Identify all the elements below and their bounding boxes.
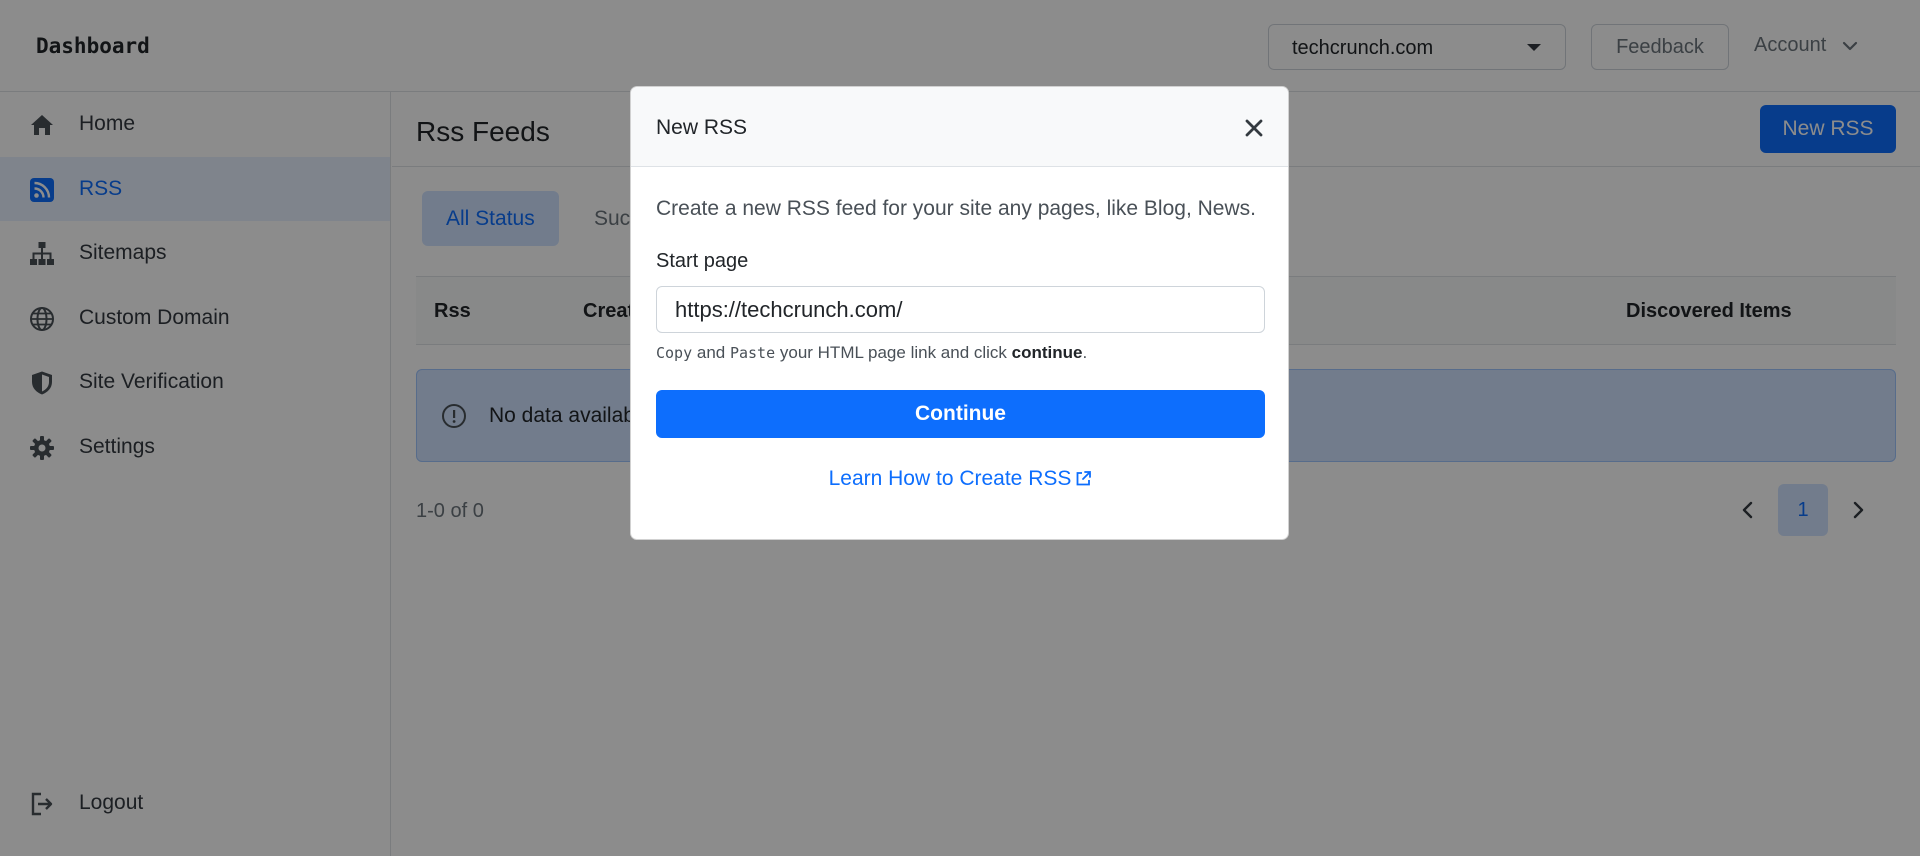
- hint-continue-word: continue: [1011, 343, 1083, 362]
- modal-title: New RSS: [656, 116, 748, 139]
- start-page-label: Start page: [656, 250, 749, 272]
- modal-description: Create a new RSS feed for your site any …: [656, 197, 1256, 220]
- hint-middle: your HTML page link and click: [779, 343, 1007, 362]
- new-rss-modal: New RSS Create a new RSS feed for your s…: [630, 86, 1289, 540]
- external-link-icon: [1076, 471, 1092, 486]
- close-icon[interactable]: [1245, 119, 1263, 137]
- start-page-input[interactable]: [656, 286, 1265, 333]
- learn-how-link[interactable]: Learn How to Create RSS: [631, 467, 1288, 491]
- modal-header: New RSS: [631, 87, 1288, 167]
- input-hint: Copy and Paste your HTML page link and c…: [656, 343, 1087, 363]
- hint-copy: Copy: [656, 344, 693, 362]
- hint-end: .: [1082, 343, 1088, 362]
- hint-paste: Paste: [729, 344, 776, 362]
- continue-button[interactable]: Continue: [656, 390, 1265, 438]
- learn-how-link-label: Learn How to Create RSS: [828, 467, 1072, 490]
- hint-and: and: [696, 343, 726, 362]
